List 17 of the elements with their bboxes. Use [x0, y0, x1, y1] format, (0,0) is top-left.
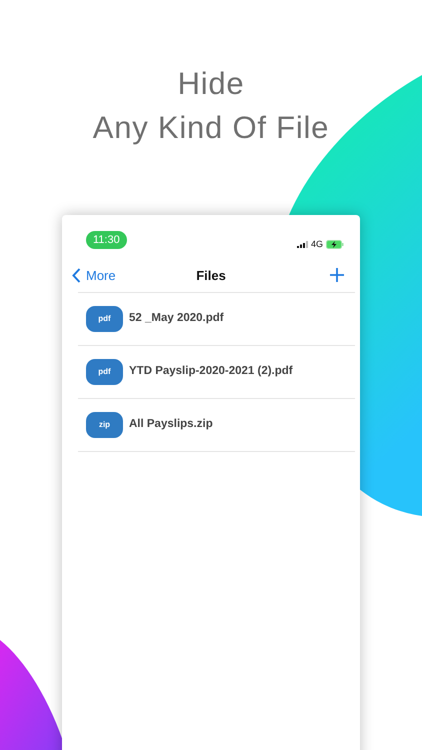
chevron-left-icon	[72, 268, 81, 283]
nav-title: Files	[196, 266, 226, 284]
file-type-badge: zip	[86, 412, 123, 438]
file-type-badge: pdf	[86, 306, 123, 332]
back-button[interactable]: More	[72, 266, 116, 285]
plus-icon	[330, 268, 344, 282]
file-name[interactable]: 52 _May 2020.pdf	[129, 310, 224, 328]
file-name[interactable]: YTD Payslip-2020-2021 (2).pdf	[129, 363, 293, 381]
headline: Any Kind Of File	[92, 109, 330, 147]
add-button[interactable]	[328, 266, 346, 284]
headline: Hide	[178, 65, 244, 103]
signal-icon	[296, 241, 308, 248]
status-time: 11:30	[86, 230, 127, 249]
network-label: 4G	[310, 238, 323, 251]
file-name[interactable]: All Payslips.zip	[129, 416, 213, 434]
battery-charging-icon	[326, 240, 344, 250]
file-type-badge: pdf	[86, 359, 123, 385]
